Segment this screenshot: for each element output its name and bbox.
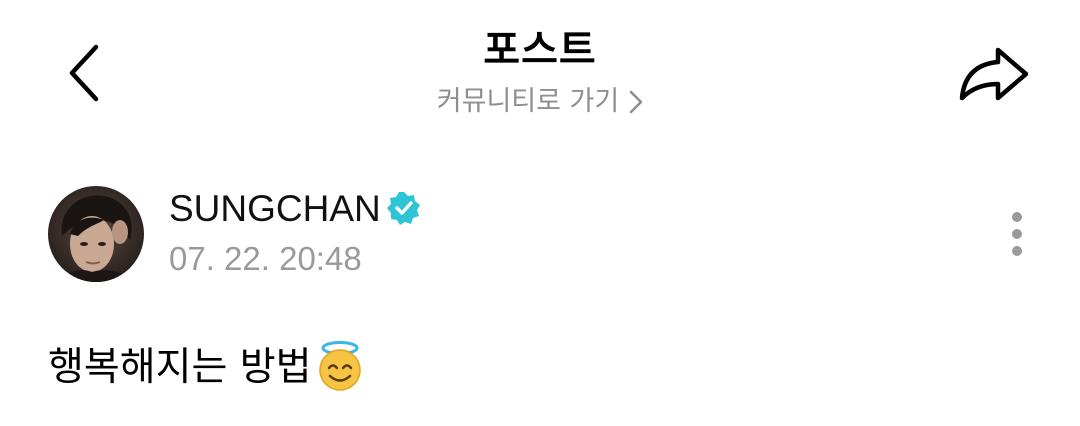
community-link[interactable]: 커뮤니티로 가기 [437,84,643,120]
share-button[interactable] [952,40,1036,110]
vertical-dots-icon [1012,212,1022,256]
page-title: 포스트 [483,27,597,73]
author-name-line: SUNGCHAN [169,186,421,232]
post-timestamp: 07. 22. 20:48 [169,240,362,277]
chevron-right-icon [629,90,643,114]
more-options-button[interactable] [1000,204,1034,264]
title-block: 포스트 커뮤니티로 가기 [290,24,790,120]
smiling-face-with-halo-icon [314,340,366,396]
back-button[interactable] [52,40,116,110]
avatar[interactable] [48,186,144,282]
chevron-left-icon [66,43,102,107]
post-content: 행복해지는 방법 [48,340,366,396]
post-text: 행복해지는 방법 [48,345,312,390]
post-author-row: SUNGCHAN 07. 22. 20:48 [48,186,1038,284]
top-bar: 포스트 커뮤니티로 가기 [0,0,1080,150]
author-name[interactable]: SUNGCHAN [169,186,381,232]
share-arrow-icon [958,44,1030,106]
verified-badge-icon [386,191,421,229]
community-link-label: 커뮤니티로 가기 [436,86,620,117]
